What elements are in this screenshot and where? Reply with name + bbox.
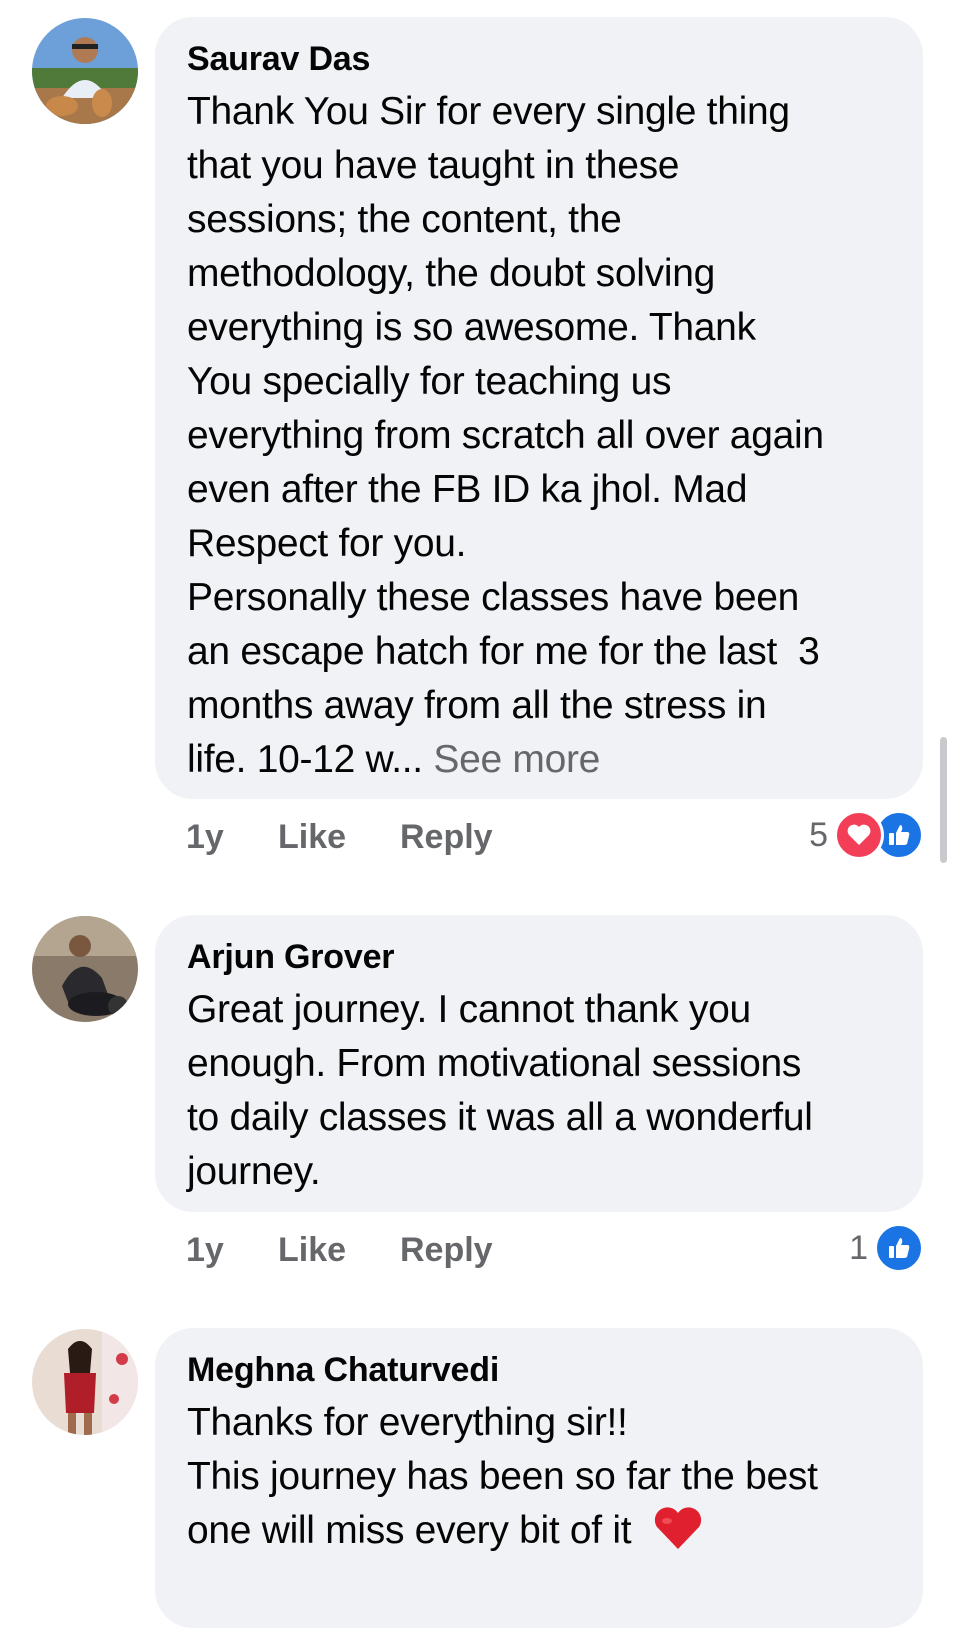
comment-line: that you have taught in these — [187, 144, 680, 187]
comment-line: Thanks for everything sir!! — [187, 1401, 628, 1444]
comment-line: Personally these classes have been — [187, 576, 800, 619]
like-button[interactable]: Like — [278, 818, 400, 857]
comment-line: everything is so awesome. Thank — [187, 306, 756, 349]
comment-line: methodology, the doubt solving — [187, 252, 715, 295]
avatar[interactable] — [32, 916, 138, 1022]
comment-line: to daily classes it was all a wonderful — [187, 1096, 813, 1139]
red-heart-emoji-icon — [652, 1505, 704, 1566]
comment-line: This journey has been so far the best — [187, 1455, 818, 1498]
comment-line: Thank You Sir for every single thing — [187, 90, 790, 133]
comment-line: even after the FB ID ka jhol. Mad — [187, 468, 748, 511]
comment-line-last: life. 10-12 w... See more — [187, 733, 893, 787]
comment-bubble: Meghna Chaturvedi Thanks for everything … — [155, 1328, 923, 1628]
scrollbar[interactable] — [940, 737, 947, 863]
reply-button[interactable]: Reply — [400, 818, 493, 857]
comment-text: Thank You Sir for every single thing tha… — [187, 85, 893, 787]
comment-timestamp[interactable]: 1y — [186, 818, 278, 857]
comment-line: months away from all the stress in — [187, 684, 767, 727]
comment-author[interactable]: Meghna Chaturvedi — [187, 1350, 893, 1390]
like-icon — [874, 1223, 924, 1273]
comment-bubble: Arjun Grover Great journey. I cannot tha… — [155, 915, 923, 1212]
comment-bubble: Saurav Das Thank You Sir for every singl… — [155, 17, 923, 799]
comment-line-last: one will miss every bit of it — [187, 1504, 893, 1566]
reaction-count: 1 — [849, 1228, 868, 1267]
comment-actions: 1y Like Reply — [186, 818, 493, 857]
see-more-link[interactable]: See more — [433, 738, 600, 781]
comment-line: Respect for you. — [187, 522, 467, 565]
comment-author[interactable]: Saurav Das — [187, 39, 893, 79]
comment-line: everything from scratch all over again — [187, 414, 824, 457]
comment-text: Great journey. I cannot thank you enough… — [187, 983, 893, 1199]
avatar[interactable] — [32, 18, 138, 124]
comment-text-end: one will miss every bit of it — [187, 1509, 632, 1552]
reaction-count: 5 — [809, 815, 828, 854]
comment-line: journey. — [187, 1150, 321, 1193]
avatar[interactable] — [32, 1329, 138, 1435]
comment-timestamp[interactable]: 1y — [186, 1231, 278, 1270]
comment-author[interactable]: Arjun Grover — [187, 937, 893, 977]
comment-line: enough. From motivational sessions — [187, 1042, 802, 1085]
comment-text: Thanks for everything sir!! This journey… — [187, 1396, 893, 1566]
reaction-summary[interactable]: 5 — [809, 810, 924, 860]
reply-button[interactable]: Reply — [400, 1231, 493, 1270]
comment-line: sessions; the content, the — [187, 198, 622, 241]
comment-truncated-text: life. 10-12 w... — [187, 738, 423, 781]
reaction-summary[interactable]: 1 — [849, 1223, 924, 1273]
comment-line: You specially for teaching us — [187, 360, 672, 403]
comment-actions: 1y Like Reply — [186, 1231, 493, 1270]
comment-line: Great journey. I cannot thank you — [187, 988, 751, 1031]
comment-line: an escape hatch for me for the last 3 — [187, 630, 820, 673]
love-icon — [834, 810, 884, 860]
like-button[interactable]: Like — [278, 1231, 400, 1270]
